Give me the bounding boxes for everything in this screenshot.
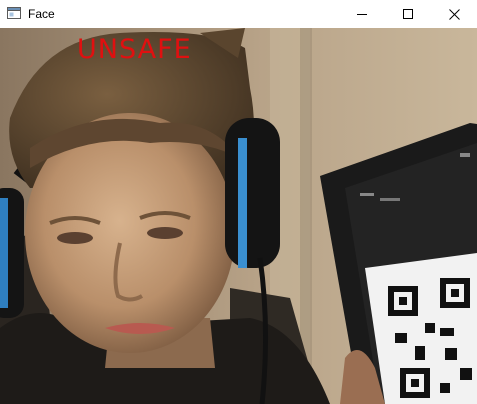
maximize-button[interactable]: [385, 0, 431, 28]
minimize-icon: [357, 9, 367, 19]
face-window: Face UNSAFE: [0, 0, 477, 404]
window-title: Face: [28, 7, 55, 21]
camera-frame-image: [0, 28, 477, 404]
close-icon: [448, 8, 460, 20]
camera-feed: UNSAFE: [0, 28, 477, 404]
title-bar[interactable]: Face: [0, 0, 477, 28]
minimize-button[interactable]: [339, 0, 385, 28]
maximize-icon: [403, 9, 413, 19]
close-button[interactable]: [431, 0, 477, 28]
window-app-icon: [7, 6, 21, 20]
detection-status-label: UNSAFE: [77, 34, 192, 65]
